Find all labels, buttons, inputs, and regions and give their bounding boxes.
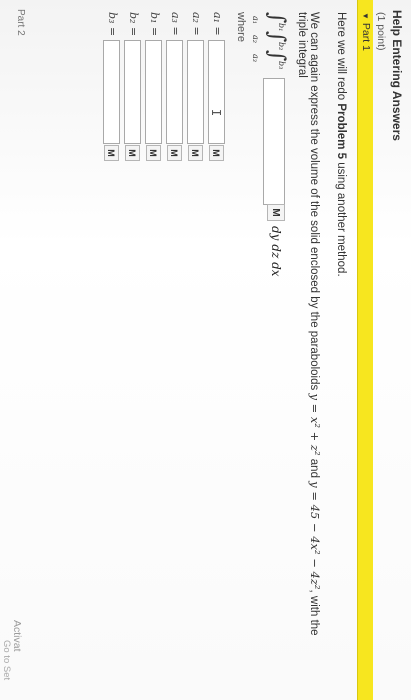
part-1-header-bar[interactable] [357,0,373,700]
activate-windows-hint: Go to Set [1,640,12,681]
integral-2-lower: a₂ [251,35,260,43]
integrand-input[interactable] [263,78,285,205]
integral-1-lower: a₁ [251,16,260,24]
limit-b2-math-button[interactable]: M [125,145,140,161]
part-2-label[interactable]: Part 2 [15,9,26,36]
limit-a2-math-button[interactable]: M [188,145,203,161]
limit-a1-input[interactable]: I [208,40,225,144]
limit-b3-input[interactable] [103,40,120,144]
statement-text: We can again express the volume of the s… [308,12,320,394]
webwork-problem-page: Help Entering Answers (1 point) ▼Part 1 … [0,0,411,700]
limit-b3-label: b₃ = [106,12,119,37]
integration-differentials: dy dz dx [269,226,283,277]
limit-b2-label: b₂ = [127,12,140,37]
limit-b3-math-button[interactable]: M [104,145,119,161]
where-label: where [235,12,247,42]
integral-sign-3: ∫ b₃ a₃ [251,50,294,70]
integral-3-lower: a₃ [251,54,260,62]
limit-a3-label: a₃ = [169,12,182,36]
problem-intro: Here we will redo Problem 5 using anothe… [335,12,347,277]
statement-end: , with the [308,589,320,636]
limit-a3-math-button[interactable]: M [167,145,182,161]
problem-reference: Problem 5 [335,103,347,160]
problem-statement-cont: triple integral [296,12,308,78]
intro-text: Here we will redo [335,12,347,104]
integral-sign-2: ∫ b₂ a₂ [251,31,294,50]
limit-b2-input[interactable] [124,40,141,144]
triangle-down-icon: ▼ [361,12,370,20]
limit-a2-input[interactable] [187,40,204,144]
integral-sign-1: ∫ b₁ a₁ [251,12,294,31]
part-1-toggle[interactable]: ▼ Part 1 [360,12,372,51]
limit-b1-label: b₁ = [148,12,161,37]
intro-text-end: using another method. [335,159,347,277]
problem-points: (1 point) [375,12,387,51]
part-1-label: Part 1 [360,22,372,51]
integral-3-upper: b₃ [277,61,286,70]
integrand-math-editor-button[interactable]: M [267,204,285,221]
activate-windows-watermark: Activat [11,620,23,652]
problem-statement: We can again express the volume of the s… [308,12,322,636]
help-entering-answers-link[interactable]: Help Entering Answers [390,10,404,141]
limit-b1-math-button[interactable]: M [146,145,161,161]
limit-b1-input[interactable] [145,40,162,144]
text-cursor-icon: I [209,109,223,117]
limit-a1-math-button[interactable]: M [209,145,224,161]
limit-a3-input[interactable] [166,40,183,144]
paraboloid-2-equation: y = 45 − 4x² − 4z² [308,481,322,590]
conjunction: and [308,455,320,482]
paraboloid-1-equation: y = x² + z² [308,393,322,456]
limit-a1-label: a₁ = [211,12,224,36]
triple-integral-expression: ∫ b₁ a₁ ∫ b₂ a₂ ∫ b₃ a₃ [251,12,294,70]
limit-a2-label: a₂ = [190,12,203,36]
